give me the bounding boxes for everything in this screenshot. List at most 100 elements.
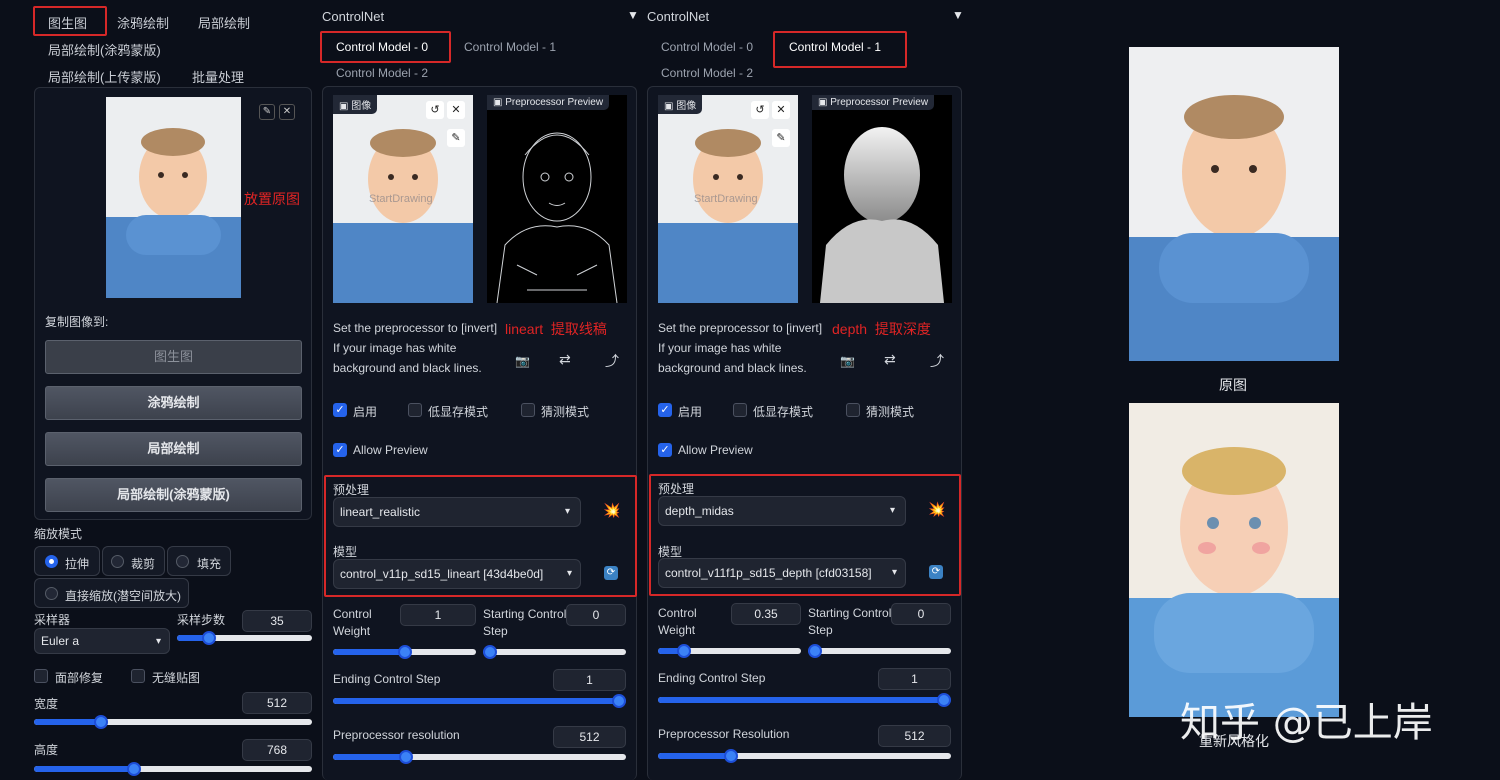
- refresh-icon[interactable]: ⟳: [929, 565, 943, 579]
- guess-mode-checkbox[interactable]: [521, 403, 535, 417]
- brush-icon[interactable]: ✎: [447, 129, 465, 147]
- slider-fill: [333, 754, 407, 760]
- starting-step-input[interactable]: 0: [891, 603, 951, 625]
- collapse-triangle-icon[interactable]: ▼: [627, 8, 639, 22]
- model-select[interactable]: control_v11p_sd15_lineart [43d4be0d] ▾: [333, 559, 581, 589]
- radio-unselected[interactable]: [111, 555, 124, 568]
- slider-handle[interactable]: [397, 645, 412, 659]
- ending-step-input[interactable]: 1: [878, 668, 951, 690]
- copy-to-img2img-button[interactable]: 图生图: [45, 340, 302, 374]
- resize-option-fill[interactable]: 填充: [167, 546, 231, 576]
- tab-control-model-2[interactable]: Control Model - 2: [336, 66, 428, 80]
- copy-to-sketch-button[interactable]: 涂鸦绘制: [45, 386, 302, 420]
- close-icon[interactable]: ✕: [279, 104, 295, 120]
- preprocessor-resolution-slider[interactable]: [658, 749, 951, 763]
- edit-icon[interactable]: ✎: [259, 104, 275, 120]
- starting-step-input[interactable]: 0: [566, 604, 626, 626]
- run-preprocessor-icon[interactable]: 💥: [603, 502, 620, 519]
- lowvram-checkbox[interactable]: [408, 403, 422, 417]
- face-restore-checkbox[interactable]: [34, 669, 48, 683]
- preprocessor-select[interactable]: lineart_realistic ▾: [333, 497, 581, 527]
- swap-icon[interactable]: ⇄: [559, 351, 571, 368]
- close-icon[interactable]: ✕: [772, 101, 790, 119]
- slider-handle[interactable]: [676, 644, 691, 658]
- camera-icon[interactable]: 📷: [515, 354, 530, 368]
- slider-handle[interactable]: [202, 631, 217, 645]
- radio-selected[interactable]: [45, 555, 58, 568]
- ending-step-slider[interactable]: [333, 694, 626, 708]
- control-image[interactable]: StartDrawing: [333, 95, 473, 303]
- control-weight-slider[interactable]: [658, 644, 801, 658]
- tab-sketch[interactable]: 涂鸦绘制: [117, 13, 169, 32]
- width-input[interactable]: 512: [242, 692, 312, 714]
- tab-control-model-1[interactable]: Control Model - 1: [464, 40, 556, 54]
- preview-tag: ▣ Preprocessor Preview: [487, 95, 610, 110]
- height-slider[interactable]: [34, 762, 312, 776]
- resize-option-latent[interactable]: 直接缩放(潜空间放大): [34, 578, 189, 608]
- tab-control-model-2[interactable]: Control Model - 2: [661, 66, 753, 80]
- undo-icon[interactable]: ↺: [751, 101, 769, 119]
- sampler-select[interactable]: Euler a ▾: [34, 628, 170, 654]
- height-input[interactable]: 768: [242, 739, 312, 761]
- camera-icon[interactable]: 📷: [840, 354, 855, 368]
- tab-inpaint[interactable]: 局部绘制: [198, 13, 250, 32]
- slider-handle[interactable]: [93, 715, 108, 729]
- allow-preview-checkbox[interactable]: ✓: [658, 443, 672, 457]
- guess-mode-checkbox[interactable]: [846, 403, 860, 417]
- allow-preview-checkbox[interactable]: ✓: [333, 443, 347, 457]
- controlnet-title: ControlNet: [322, 9, 385, 24]
- swap-icon[interactable]: ⇄: [884, 351, 896, 368]
- starting-step-label: Starting Control Step: [808, 606, 892, 637]
- ending-step-slider[interactable]: [658, 693, 951, 707]
- preprocessor-select[interactable]: depth_midas ▾: [658, 496, 906, 526]
- tab-inpaint-upload[interactable]: 局部绘制(上传蒙版): [48, 67, 161, 86]
- send-up-icon[interactable]: ⤴: [605, 351, 619, 371]
- brush-icon[interactable]: ✎: [772, 129, 790, 147]
- preview-tag-label: Preprocessor Preview: [830, 97, 929, 108]
- tiling-checkbox[interactable]: [131, 669, 145, 683]
- model-select[interactable]: control_v11f1p_sd15_depth [cfd03158] ▾: [658, 558, 906, 588]
- control-weight-slider[interactable]: [333, 645, 476, 659]
- control-weight-input[interactable]: 0.35: [731, 603, 801, 625]
- undo-icon[interactable]: ↺: [426, 101, 444, 119]
- collapse-triangle-icon[interactable]: ▼: [952, 8, 964, 22]
- starting-step-slider[interactable]: [483, 645, 626, 659]
- slider-handle[interactable]: [808, 644, 822, 658]
- width-slider[interactable]: [34, 715, 312, 729]
- run-preprocessor-icon[interactable]: 💥: [928, 501, 945, 518]
- steps-input[interactable]: 35: [242, 610, 312, 632]
- copy-to-inpaint-sketch-button[interactable]: 局部绘制(涂鸦蒙版): [45, 478, 302, 512]
- resize-option-stretch[interactable]: 拉伸: [34, 546, 100, 576]
- resize-option-crop[interactable]: 裁剪: [102, 546, 165, 576]
- preprocessor-resolution-input[interactable]: 512: [878, 725, 951, 747]
- preprocessor-preview-depth: [812, 95, 952, 303]
- ending-step-input[interactable]: 1: [553, 669, 626, 691]
- slider-handle[interactable]: [483, 645, 497, 659]
- tab-inpaint-sketch[interactable]: 局部绘制(涂鸦蒙版): [48, 40, 161, 59]
- copy-to-inpaint-button[interactable]: 局部绘制: [45, 432, 302, 466]
- steps-slider[interactable]: [177, 631, 312, 645]
- sampler-value: Euler a: [41, 634, 80, 648]
- enable-checkbox[interactable]: ✓: [333, 403, 347, 417]
- starting-step-slider[interactable]: [808, 644, 951, 658]
- close-icon[interactable]: ✕: [447, 101, 465, 119]
- radio-unselected[interactable]: [45, 587, 58, 600]
- tab-control-model-0[interactable]: Control Model - 0: [661, 40, 753, 54]
- image-tag-label: 图像: [676, 101, 697, 112]
- slider-handle[interactable]: [937, 693, 951, 707]
- original-image: [1129, 47, 1339, 361]
- tab-batch[interactable]: 批量处理: [192, 67, 244, 86]
- control-weight-input[interactable]: 1: [400, 604, 476, 626]
- slider-handle[interactable]: [612, 694, 626, 708]
- model-value: control_v11f1p_sd15_depth [cfd03158]: [665, 566, 872, 580]
- preprocessor-resolution-input[interactable]: 512: [553, 726, 626, 748]
- lowvram-checkbox[interactable]: [733, 403, 747, 417]
- send-up-icon[interactable]: ⤴: [930, 351, 944, 371]
- source-image[interactable]: [106, 97, 241, 298]
- control-image[interactable]: StartDrawing: [658, 95, 798, 303]
- slider-handle[interactable]: [127, 762, 142, 776]
- radio-unselected[interactable]: [176, 555, 189, 568]
- refresh-icon[interactable]: ⟳: [604, 566, 618, 580]
- preprocessor-resolution-slider[interactable]: [333, 750, 626, 764]
- enable-checkbox[interactable]: ✓: [658, 403, 672, 417]
